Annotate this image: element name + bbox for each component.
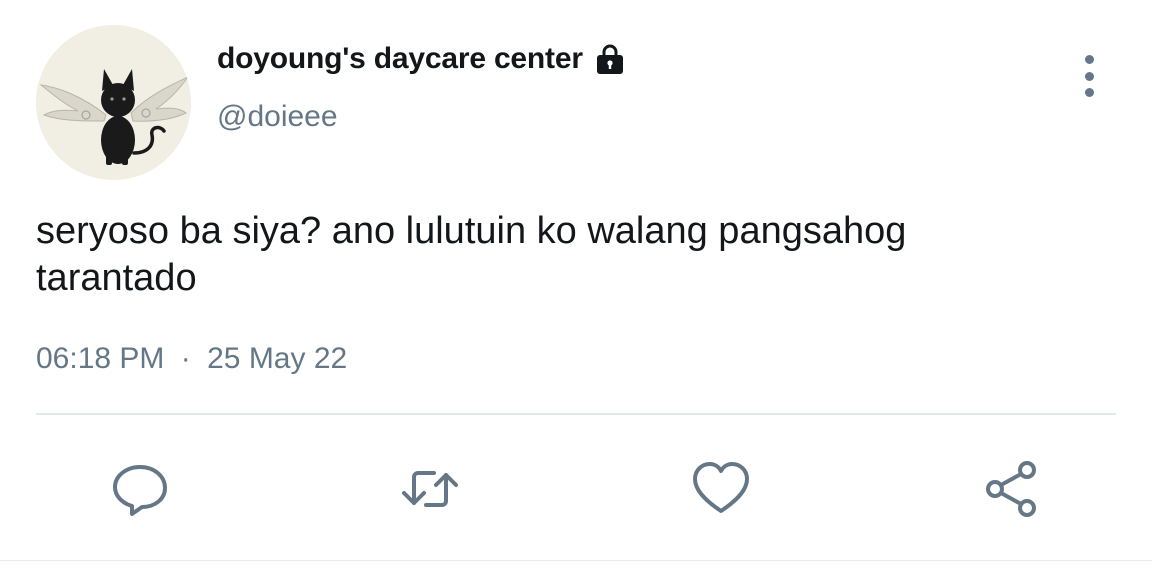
black-cat-with-wings-avatar-icon bbox=[36, 25, 191, 180]
reply-button[interactable] bbox=[108, 457, 172, 521]
tweet-detail: doyoung's daycare center @doieee seryoso… bbox=[0, 0, 1152, 579]
retweet-button[interactable] bbox=[398, 457, 462, 521]
more-dot bbox=[1084, 88, 1094, 97]
bottom-divider bbox=[0, 560, 1152, 561]
divider bbox=[36, 413, 1116, 415]
retweet-icon bbox=[402, 471, 458, 507]
user-handle[interactable]: @doieee bbox=[217, 100, 338, 134]
more-dot bbox=[1084, 71, 1094, 81]
display-name-row: doyoung's daycare center bbox=[217, 42, 627, 76]
share-button[interactable] bbox=[979, 457, 1043, 521]
avatar[interactable] bbox=[36, 25, 191, 180]
timestamp-separator: · bbox=[180, 342, 191, 375]
heart-icon bbox=[693, 462, 749, 513]
tweet-text: seryoso ba siya? ano lulutuin ko walang … bbox=[36, 210, 907, 299]
tweet-timestamp[interactable]: 06:18 PM · 25 May 22 bbox=[36, 342, 347, 376]
like-button[interactable] bbox=[689, 457, 753, 521]
lock-icon bbox=[596, 44, 623, 74]
tweet-time: 06:18 PM bbox=[36, 342, 165, 375]
tweet-date: 25 May 22 bbox=[207, 342, 348, 375]
more-dot bbox=[1084, 55, 1094, 64]
share-icon bbox=[986, 461, 1036, 517]
more-vertical-icon[interactable] bbox=[1072, 55, 1106, 97]
reply-icon bbox=[113, 465, 167, 516]
display-name[interactable]: doyoung's daycare center bbox=[217, 42, 583, 76]
